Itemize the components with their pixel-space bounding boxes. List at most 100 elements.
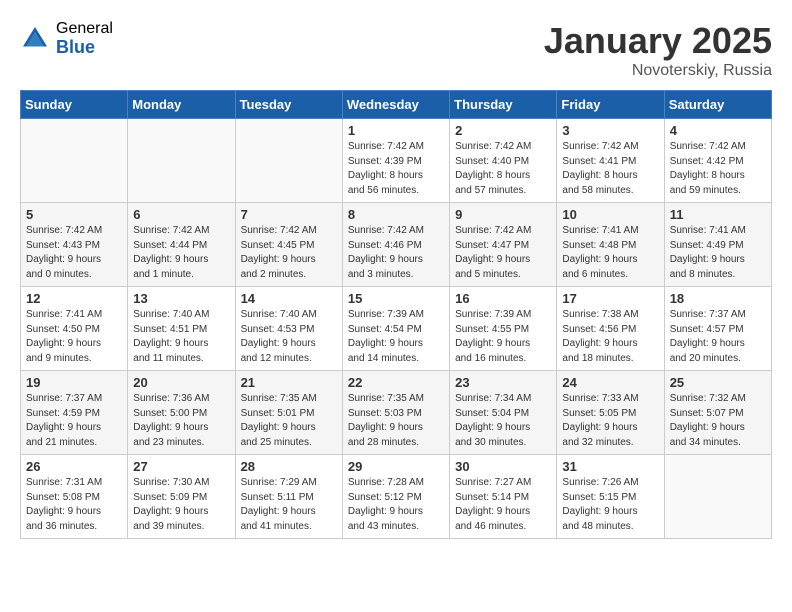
day-number: 17 (562, 291, 658, 306)
calendar-cell: 24 Sunrise: 7:33 AM Sunset: 5:05 PM Dayli… (557, 371, 664, 455)
day-number: 29 (348, 459, 444, 474)
day-number: 15 (348, 291, 444, 306)
page-header: General Blue January 2025 Novoterskiy, R… (20, 20, 772, 80)
day-info: Sunrise: 7:42 AM Sunset: 4:39 PM Dayligh… (348, 140, 444, 198)
day-number: 25 (670, 375, 766, 390)
day-info: Sunrise: 7:41 AM Sunset: 4:48 PM Dayligh… (562, 224, 658, 282)
day-info: Sunrise: 7:42 AM Sunset: 4:45 PM Dayligh… (241, 224, 337, 282)
calendar-cell: 10 Sunrise: 7:41 AM Sunset: 4:48 PM Dayli… (557, 203, 664, 287)
day-info: Sunrise: 7:28 AM Sunset: 5:12 PM Dayligh… (348, 476, 444, 534)
calendar-cell: 7 Sunrise: 7:42 AM Sunset: 4:45 PM Daylig… (235, 203, 342, 287)
calendar-cell: 21Sunrise: 7:35 AM Sunset: 5:01 PM Dayli… (235, 371, 342, 455)
day-info: Sunrise: 7:42 AM Sunset: 4:42 PM Dayligh… (670, 140, 766, 198)
day-number: 19 (26, 375, 122, 390)
day-number: 10 (562, 207, 658, 222)
weekday-header: Wednesday (342, 91, 449, 119)
day-info: Sunrise: 7:38 AM Sunset: 4:56 PM Dayligh… (562, 308, 658, 366)
calendar-cell: 23Sunrise: 7:34 AM Sunset: 5:04 PM Dayli… (450, 371, 557, 455)
calendar-week-row: 5Sunrise: 7:42 AM Sunset: 4:43 PM Daylig… (21, 203, 772, 287)
calendar-cell: 5Sunrise: 7:42 AM Sunset: 4:43 PM Daylig… (21, 203, 128, 287)
day-number: 11 (670, 207, 766, 222)
day-info: Sunrise: 7:35 AM Sunset: 5:03 PM Dayligh… (348, 392, 444, 450)
calendar-cell (21, 119, 128, 203)
day-info: Sunrise: 7:40 AM Sunset: 4:51 PM Dayligh… (133, 308, 229, 366)
day-info: Sunrise: 7:36 AM Sunset: 5:00 PM Dayligh… (133, 392, 229, 450)
day-number: 4 (670, 123, 766, 138)
calendar-cell: 17 Sunrise: 7:38 AM Sunset: 4:56 PM Dayli… (557, 287, 664, 371)
day-number: 1 (348, 123, 444, 138)
day-number: 13 (133, 291, 229, 306)
calendar-cell (128, 119, 235, 203)
calendar-cell: 14 Sunrise: 7:40 AM Sunset: 4:53 PM Dayli… (235, 287, 342, 371)
day-info: Sunrise: 7:27 AM Sunset: 5:14 PM Dayligh… (455, 476, 551, 534)
day-info: Sunrise: 7:37 AM Sunset: 4:59 PM Dayligh… (26, 392, 122, 450)
logo: General Blue (20, 20, 113, 57)
logo-icon (20, 24, 50, 54)
logo-text: General Blue (56, 20, 113, 57)
day-number: 6 (133, 207, 229, 222)
calendar-cell: 11Sunrise: 7:41 AM Sunset: 4:49 PM Dayli… (664, 203, 771, 287)
calendar-cell: 22Sunrise: 7:35 AM Sunset: 5:03 PM Dayli… (342, 371, 449, 455)
weekday-header: Monday (128, 91, 235, 119)
calendar-cell: 30Sunrise: 7:27 AM Sunset: 5:14 PM Dayli… (450, 455, 557, 539)
day-info: Sunrise: 7:33 AM Sunset: 5:05 PM Dayligh… (562, 392, 658, 450)
day-info: Sunrise: 7:39 AM Sunset: 4:54 PM Dayligh… (348, 308, 444, 366)
day-number: 7 (241, 207, 337, 222)
day-number: 26 (26, 459, 122, 474)
calendar-cell: 4 Sunrise: 7:42 AM Sunset: 4:42 PM Daylig… (664, 119, 771, 203)
calendar-cell: 2Sunrise: 7:42 AM Sunset: 4:40 PM Daylig… (450, 119, 557, 203)
calendar-cell: 19 Sunrise: 7:37 AM Sunset: 4:59 PM Dayli… (21, 371, 128, 455)
day-number: 9 (455, 207, 551, 222)
weekday-header: Tuesday (235, 91, 342, 119)
day-info: Sunrise: 7:26 AM Sunset: 5:15 PM Dayligh… (562, 476, 658, 534)
day-number: 5 (26, 207, 122, 222)
logo-general: General (56, 20, 113, 38)
calendar-cell: 15 Sunrise: 7:39 AM Sunset: 4:54 PM Dayli… (342, 287, 449, 371)
calendar-cell: 9Sunrise: 7:42 AM Sunset: 4:47 PM Daylig… (450, 203, 557, 287)
calendar-cell: 26 Sunrise: 7:31 AM Sunset: 5:08 PM Dayli… (21, 455, 128, 539)
day-info: Sunrise: 7:31 AM Sunset: 5:08 PM Dayligh… (26, 476, 122, 534)
day-info: Sunrise: 7:40 AM Sunset: 4:53 PM Dayligh… (241, 308, 337, 366)
day-info: Sunrise: 7:42 AM Sunset: 4:46 PM Dayligh… (348, 224, 444, 282)
calendar-cell: 20Sunrise: 7:36 AM Sunset: 5:00 PM Dayli… (128, 371, 235, 455)
weekday-header-row: SundayMondayTuesdayWednesdayThursdayFrid… (21, 91, 772, 119)
day-number: 18 (670, 291, 766, 306)
weekday-header: Sunday (21, 91, 128, 119)
calendar-cell: 6 Sunrise: 7:42 AM Sunset: 4:44 PM Daylig… (128, 203, 235, 287)
weekday-header: Saturday (664, 91, 771, 119)
day-info: Sunrise: 7:42 AM Sunset: 4:44 PM Dayligh… (133, 224, 229, 282)
day-info: Sunrise: 7:37 AM Sunset: 4:57 PM Dayligh… (670, 308, 766, 366)
day-number: 14 (241, 291, 337, 306)
day-info: Sunrise: 7:42 AM Sunset: 4:41 PM Dayligh… (562, 140, 658, 198)
day-info: Sunrise: 7:29 AM Sunset: 5:11 PM Dayligh… (241, 476, 337, 534)
day-info: Sunrise: 7:41 AM Sunset: 4:50 PM Dayligh… (26, 308, 122, 366)
calendar-cell: 25Sunrise: 7:32 AM Sunset: 5:07 PM Dayli… (664, 371, 771, 455)
weekday-header: Friday (557, 91, 664, 119)
calendar-location: Novoterskiy, Russia (544, 62, 772, 80)
calendar-cell: 8 Sunrise: 7:42 AM Sunset: 4:46 PM Daylig… (342, 203, 449, 287)
calendar-cell: 1 Sunrise: 7:42 AM Sunset: 4:39 PM Daylig… (342, 119, 449, 203)
calendar-title: January 2025 (544, 20, 772, 62)
day-info: Sunrise: 7:30 AM Sunset: 5:09 PM Dayligh… (133, 476, 229, 534)
calendar-cell: 16Sunrise: 7:39 AM Sunset: 4:55 PM Dayli… (450, 287, 557, 371)
day-number: 27 (133, 459, 229, 474)
weekday-header: Thursday (450, 91, 557, 119)
day-info: Sunrise: 7:34 AM Sunset: 5:04 PM Dayligh… (455, 392, 551, 450)
calendar-table: SundayMondayTuesdayWednesdayThursdayFrid… (20, 90, 772, 539)
calendar-cell (235, 119, 342, 203)
title-block: January 2025 Novoterskiy, Russia (544, 20, 772, 80)
day-info: Sunrise: 7:35 AM Sunset: 5:01 PM Dayligh… (241, 392, 337, 450)
day-info: Sunrise: 7:39 AM Sunset: 4:55 PM Dayligh… (455, 308, 551, 366)
calendar-cell: 12 Sunrise: 7:41 AM Sunset: 4:50 PM Dayli… (21, 287, 128, 371)
calendar-week-row: 19 Sunrise: 7:37 AM Sunset: 4:59 PM Dayli… (21, 371, 772, 455)
day-number: 8 (348, 207, 444, 222)
calendar-cell: 27 Sunrise: 7:30 AM Sunset: 5:09 PM Dayli… (128, 455, 235, 539)
day-number: 31 (562, 459, 658, 474)
logo-blue: Blue (56, 38, 113, 58)
day-number: 28 (241, 459, 337, 474)
calendar-week-row: 12 Sunrise: 7:41 AM Sunset: 4:50 PM Dayli… (21, 287, 772, 371)
calendar-cell: 18 Sunrise: 7:37 AM Sunset: 4:57 PM Dayli… (664, 287, 771, 371)
day-number: 24 (562, 375, 658, 390)
calendar-cell: 29 Sunrise: 7:28 AM Sunset: 5:12 PM Dayli… (342, 455, 449, 539)
day-number: 12 (26, 291, 122, 306)
